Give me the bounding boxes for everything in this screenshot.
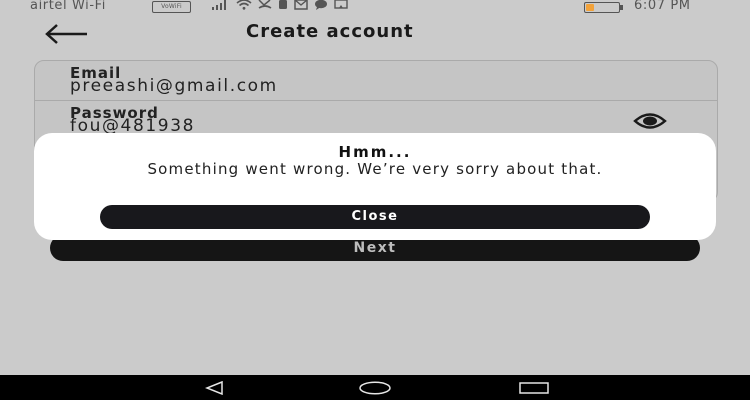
nav-recents-icon[interactable]	[518, 380, 550, 394]
email-field[interactable]: preeashi@gmail.com	[70, 76, 278, 96]
nav-home-icon[interactable]	[358, 380, 392, 395]
battery-level	[586, 4, 594, 11]
missed-call-icon	[258, 0, 272, 13]
notification-icon	[278, 0, 288, 13]
clock: 6:07 PM	[634, 0, 691, 13]
battery-icon	[584, 2, 623, 13]
signal-icon	[212, 0, 230, 13]
nav-back-icon[interactable]	[199, 380, 229, 396]
navigation-bar	[0, 375, 750, 400]
dialog-title: Hmm...	[338, 143, 412, 161]
screen: airtel Wi-Fi VoWiFi 6:07 PM Create accou…	[0, 0, 750, 400]
dialog-message: Something went wrong. We’re very sorry a…	[147, 160, 603, 178]
vowifi-badge: VoWiFi	[152, 1, 191, 13]
wifi-icon	[236, 0, 252, 13]
back-button[interactable]	[44, 22, 90, 46]
arrow-left-icon	[45, 24, 87, 44]
error-dialog: Hmm... Something went wrong. We’re very …	[34, 133, 716, 240]
carrier-name: airtel Wi-Fi	[30, 0, 106, 13]
mail-icon	[294, 0, 308, 13]
battery-tip	[620, 5, 623, 10]
status-icons	[212, 0, 348, 12]
cast-icon	[334, 0, 348, 13]
field-divider	[35, 100, 717, 101]
chat-icon	[314, 0, 328, 13]
status-bar: airtel Wi-Fi VoWiFi 6:07 PM	[0, 0, 750, 14]
close-button[interactable]: Close	[100, 205, 650, 229]
eye-icon[interactable]	[633, 111, 667, 131]
page-title: Create account	[246, 21, 414, 42]
